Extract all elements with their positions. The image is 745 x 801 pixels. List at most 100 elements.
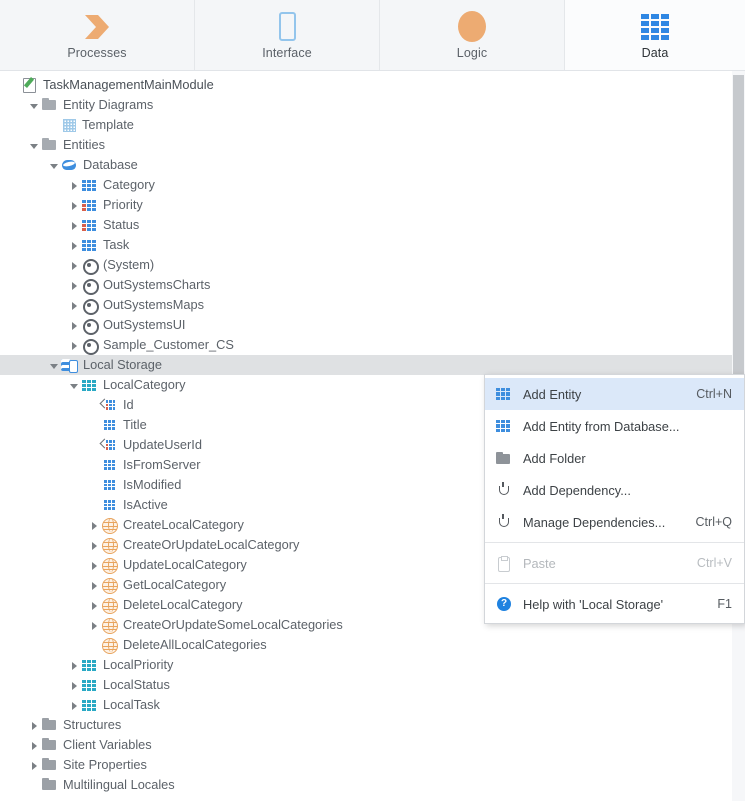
- tree-item-priority[interactable]: Priority: [0, 195, 745, 215]
- tree-item-outsystemsui[interactable]: OutSystemsUI: [0, 315, 745, 335]
- chevron-right-icon[interactable]: [68, 219, 81, 232]
- folder-open-icon: [41, 97, 58, 113]
- producer-module-icon: [81, 337, 98, 353]
- tree-item-localstatus[interactable]: LocalStatus: [0, 675, 745, 695]
- tree-item-database[interactable]: Database: [0, 155, 745, 175]
- chevron-right-icon[interactable]: [28, 719, 41, 732]
- chevron-right-icon[interactable]: [68, 319, 81, 332]
- tree-item-system[interactable]: (System): [0, 255, 745, 275]
- static-entity-icon: [81, 197, 98, 213]
- tree-item-localtask[interactable]: LocalTask: [0, 695, 745, 715]
- local-storage-context-menu[interactable]: Add EntityCtrl+NAdd Entity from Database…: [484, 374, 745, 624]
- tree-scrollbar-thumb[interactable]: [733, 75, 744, 375]
- tree-item-category[interactable]: Category: [0, 175, 745, 195]
- chevron-right-icon[interactable]: [68, 199, 81, 212]
- producer-module-icon: [81, 297, 98, 313]
- menu-item-label: Add Entity: [523, 387, 696, 402]
- chevron-right-icon[interactable]: [88, 619, 101, 632]
- menu-item-manage-dependencies[interactable]: Manage Dependencies...Ctrl+Q: [485, 506, 744, 538]
- tree-item-deletealllocalcategories[interactable]: DeleteAllLocalCategories: [0, 635, 745, 655]
- expander-spacer: [8, 79, 21, 92]
- menu-item-add-entity[interactable]: Add EntityCtrl+N: [485, 378, 744, 410]
- tree-item-localpriority[interactable]: LocalPriority: [0, 655, 745, 675]
- chevron-right-icon[interactable]: [28, 759, 41, 772]
- expander-spacer: [88, 639, 101, 652]
- chevron-right-icon[interactable]: [68, 679, 81, 692]
- tree-item-client-variables[interactable]: Client Variables: [0, 735, 745, 755]
- tree-item-entity-diagrams[interactable]: Entity Diagrams: [0, 95, 745, 115]
- local-entity-icon: [81, 377, 98, 393]
- menu-item-add-folder[interactable]: Add Folder: [485, 442, 744, 474]
- chevron-right-icon[interactable]: [88, 519, 101, 532]
- tree-item-label: UpdateUserId: [123, 435, 202, 455]
- module-icon: [21, 77, 38, 93]
- tree-item-multilingual-locales[interactable]: Multilingual Locales: [0, 775, 745, 795]
- tab-interface[interactable]: Interface: [195, 0, 380, 70]
- menu-item-shortcut: Ctrl+N: [696, 387, 732, 401]
- tree-item-label: IsFromServer: [123, 455, 201, 475]
- chevron-right-icon[interactable]: [68, 299, 81, 312]
- tab-label: Processes: [67, 46, 126, 60]
- help-icon: [495, 596, 515, 612]
- chevron-right-icon[interactable]: [68, 659, 81, 672]
- tree-item-local-storage[interactable]: Local Storage: [0, 355, 745, 375]
- producer-module-icon: [81, 257, 98, 273]
- chevron-right-icon[interactable]: [68, 699, 81, 712]
- tree-item-label: DeleteAllLocalCategories: [123, 635, 267, 655]
- tree-item-outsystemsmaps[interactable]: OutSystemsMaps: [0, 295, 745, 315]
- main-tab-bar: Processes InterfaceLogicData: [0, 0, 745, 71]
- plug-icon: [495, 482, 515, 498]
- tree-item-label: (System): [103, 255, 154, 275]
- expander-spacer: [88, 419, 101, 432]
- client-action-icon: [101, 537, 118, 553]
- tree-item-label: DeleteLocalCategory: [123, 595, 243, 615]
- chevron-down-icon[interactable]: [48, 159, 61, 172]
- circle-icon: [458, 11, 486, 43]
- expander-spacer: [28, 779, 41, 792]
- tree-item-entities[interactable]: Entities: [0, 135, 745, 155]
- client-action-icon: [101, 577, 118, 593]
- tab-logic[interactable]: Logic: [380, 0, 565, 70]
- folder-icon: [41, 717, 58, 733]
- tree-item-label: TaskManagementMainModule: [43, 75, 214, 95]
- chevron-right-icon[interactable]: [68, 239, 81, 252]
- tab-processes[interactable]: Processes: [0, 0, 195, 70]
- chevron-down-icon[interactable]: [48, 359, 61, 372]
- chevron-down-icon[interactable]: [28, 99, 41, 112]
- tree-item-label: LocalTask: [103, 695, 160, 715]
- chevron-right-icon[interactable]: [68, 179, 81, 192]
- database-icon: [61, 157, 78, 173]
- tree-item-sample-customer-cs[interactable]: Sample_Customer_CS: [0, 335, 745, 355]
- chevron-down-icon[interactable]: [28, 139, 41, 152]
- chevron-right-icon[interactable]: [88, 559, 101, 572]
- chevron-right-icon[interactable]: [88, 539, 101, 552]
- local-entity-icon: [81, 677, 98, 693]
- chevron-down-icon[interactable]: [68, 379, 81, 392]
- tab-data[interactable]: Data: [565, 0, 745, 70]
- tree-item-outsystemscharts[interactable]: OutSystemsCharts: [0, 275, 745, 295]
- tree-item-label: LocalPriority: [103, 655, 173, 675]
- tree-item-structures[interactable]: Structures: [0, 715, 745, 735]
- attribute-icon: [101, 497, 118, 513]
- identifier-attribute-icon: [101, 397, 118, 413]
- tree-item-taskmanagementmainmodule[interactable]: TaskManagementMainModule: [0, 75, 745, 95]
- chevron-right-icon[interactable]: [88, 579, 101, 592]
- tree-item-status[interactable]: Status: [0, 215, 745, 235]
- tree-item-site-properties[interactable]: Site Properties: [0, 755, 745, 775]
- menu-item-add-entity-from-database[interactable]: Add Entity from Database...: [485, 410, 744, 442]
- menu-item-add-dependency[interactable]: Add Dependency...: [485, 474, 744, 506]
- identifier-attribute-icon: [101, 437, 118, 453]
- plug-icon: [495, 514, 515, 530]
- tree-item-label: Task: [103, 235, 129, 255]
- chevron-right-icon[interactable]: [28, 739, 41, 752]
- tree-item-task[interactable]: Task: [0, 235, 745, 255]
- chevron-right-icon[interactable]: [68, 339, 81, 352]
- tree-item-template[interactable]: Template: [0, 115, 745, 135]
- tree-item-label: IsActive: [123, 495, 168, 515]
- chevron-right-icon[interactable]: [68, 259, 81, 272]
- expander-spacer: [88, 499, 101, 512]
- attribute-icon: [101, 457, 118, 473]
- menu-item-help-with-local-storage[interactable]: Help with 'Local Storage'F1: [485, 588, 744, 620]
- chevron-right-icon[interactable]: [88, 599, 101, 612]
- chevron-right-icon[interactable]: [68, 279, 81, 292]
